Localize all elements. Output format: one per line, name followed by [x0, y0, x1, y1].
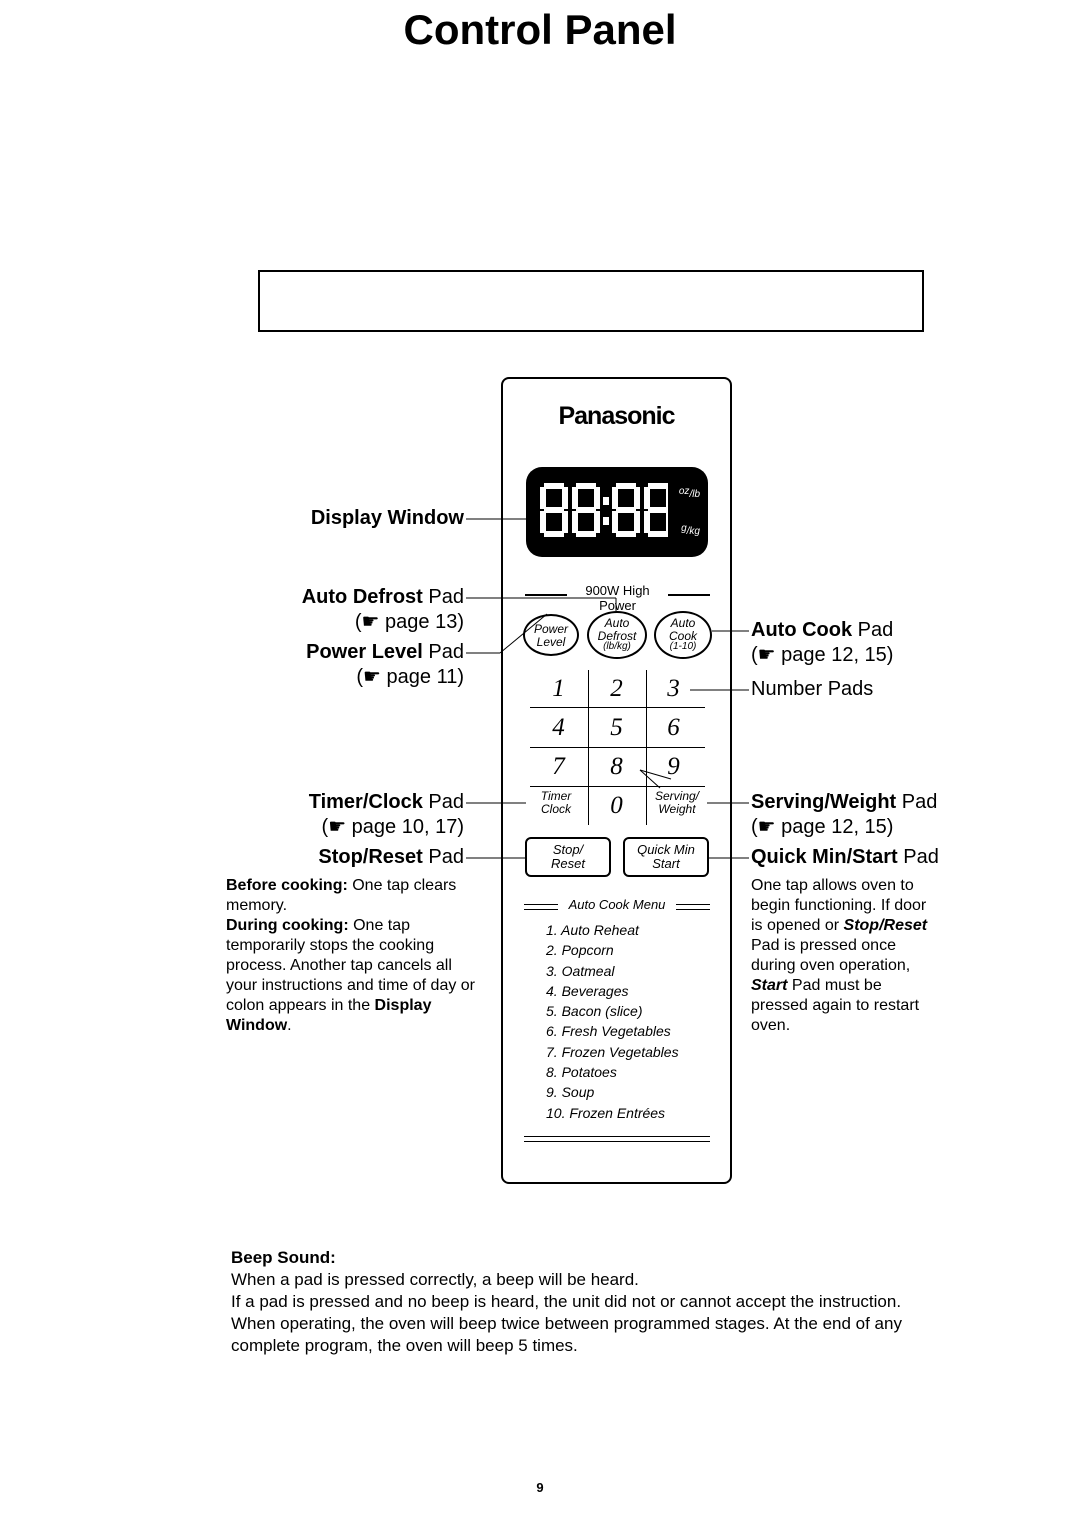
list-item: 1. Auto Reheat	[546, 920, 679, 940]
callout-quick-min-start-body: One tap allows oven to begin functioning…	[751, 876, 931, 1036]
quick-min-start-pad[interactable]: Quick MinStart	[623, 837, 709, 877]
list-item: 10. Frozen Entrées	[546, 1103, 679, 1123]
number-pad-4[interactable]: 4	[532, 709, 585, 747]
beep-sound-section: Beep Sound: When a pad is pressed correc…	[231, 1247, 921, 1357]
callout-auto-defrost: Auto Defrost Pad (☛ page 13)	[239, 586, 464, 634]
callout-auto-cook: Auto Cook Pad (☛ page 12, 15)	[751, 619, 1001, 667]
number-pad-7[interactable]: 7	[532, 748, 585, 786]
auto-cook-pad[interactable]: AutoCook(1-10)	[654, 611, 712, 659]
list-item: 3. Oatmeal	[546, 961, 679, 981]
digit-segments-icon	[540, 481, 668, 541]
callout-serving-weight: Serving/Weight Pad (☛ page 12, 15)	[751, 791, 1001, 839]
callout-timer-clock: Timer/Clock Pad (☛ page 10, 17)	[239, 791, 464, 839]
unit-oz-lb: oz/lb	[679, 487, 700, 500]
number-pad-9[interactable]: 9	[647, 748, 700, 786]
list-item: 5. Bacon (slice)	[546, 1001, 679, 1021]
number-pad-3[interactable]: 3	[647, 670, 700, 708]
list-item: 7. Frozen Vegetables	[546, 1042, 679, 1062]
page-title: Control Panel	[0, 6, 1080, 54]
title-box	[258, 270, 924, 332]
callout-number-pads: Number Pads	[751, 678, 1001, 701]
divider	[525, 594, 567, 596]
callout-display-window: Display Window	[239, 507, 464, 530]
divider	[676, 904, 710, 910]
callout-stop-reset: Stop/Reset Pad	[239, 846, 464, 869]
unit-g-kg: g/kg	[681, 524, 700, 537]
number-pad-1[interactable]: 1	[532, 670, 585, 708]
number-pad-0[interactable]: 0	[590, 787, 643, 825]
manual-page: Control Panel Panasonic	[0, 0, 1080, 1528]
power-level-pad[interactable]: PowerLevel	[523, 614, 579, 656]
display-window: oz/lb g/kg	[526, 467, 708, 557]
callout-power-level: Power Level Pad (☛ page 11)	[239, 641, 464, 689]
list-item: 2. Popcorn	[546, 940, 679, 960]
number-pad-6[interactable]: 6	[647, 709, 700, 747]
stop-reset-pad[interactable]: Stop/Reset	[525, 837, 611, 877]
list-item: 8. Potatoes	[546, 1062, 679, 1082]
page-number: 9	[0, 1480, 1080, 1495]
high-power-label: 900W High Power	[567, 583, 668, 613]
serving-weight-pad[interactable]: Serving/Weight	[647, 790, 707, 824]
divider	[668, 594, 710, 596]
divider	[524, 1136, 710, 1142]
number-pad-8[interactable]: 8	[590, 748, 643, 786]
auto-defrost-pad[interactable]: AutoDefrost(lb/kg)	[587, 611, 647, 659]
number-pad-2[interactable]: 2	[590, 670, 643, 708]
auto-cook-menu-list: 1. Auto Reheat 2. Popcorn 3. Oatmeal 4. …	[546, 920, 679, 1123]
divider	[588, 670, 589, 825]
callout-stop-reset-body: Before cooking: One tap clears memory. D…	[226, 876, 483, 1036]
divider	[524, 904, 558, 910]
auto-cook-menu-header: Auto Cook Menu	[558, 897, 676, 912]
timer-clock-pad[interactable]: TimerClock	[527, 790, 585, 824]
number-pad-5[interactable]: 5	[590, 709, 643, 747]
list-item: 4. Beverages	[546, 981, 679, 1001]
brand-logo: Panasonic	[501, 402, 732, 431]
list-item: 6. Fresh Vegetables	[546, 1021, 679, 1041]
callout-quick-min-start: Quick Min/Start Pad	[751, 846, 1001, 869]
list-item: 9. Soup	[546, 1082, 679, 1102]
